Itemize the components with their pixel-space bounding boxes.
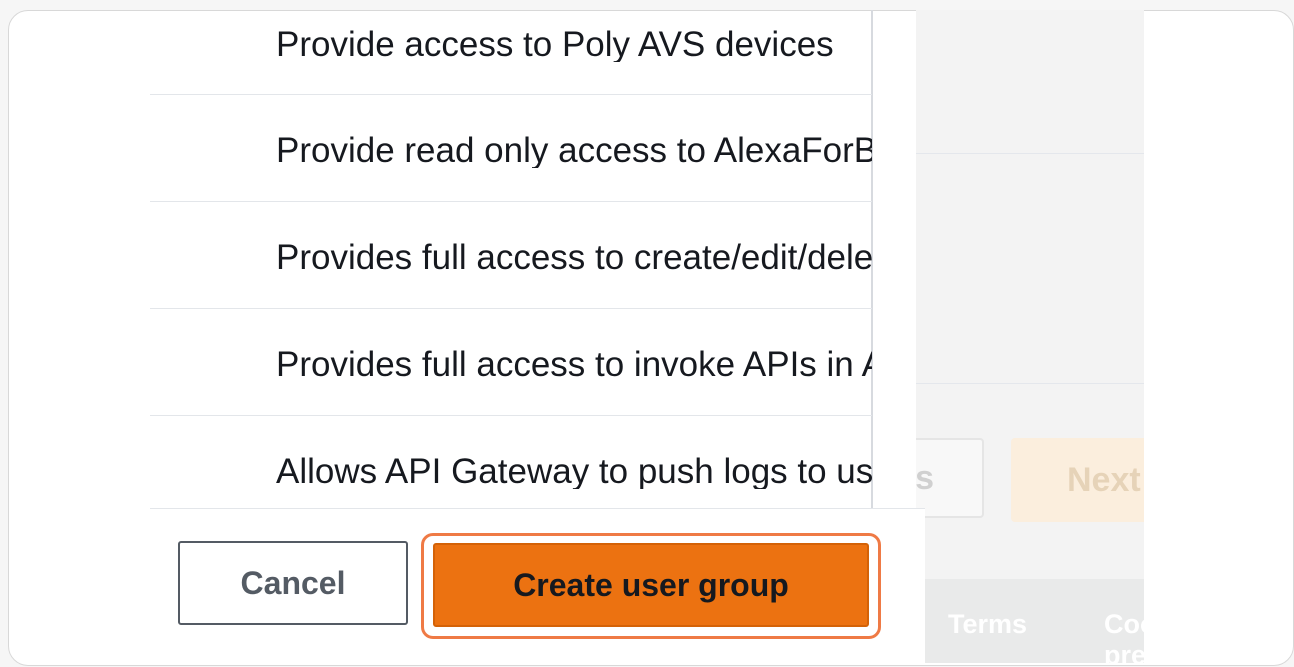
background-divider — [916, 383, 1144, 384]
policy-description: Provides full access to invoke APIs in A… — [276, 347, 872, 382]
policy-row[interactable]: Provide read only access to AlexaForBusi… — [150, 95, 872, 202]
policy-description: Provide access to Poly AVS devices — [276, 27, 834, 62]
next-label: Next — [1067, 460, 1141, 499]
policy-row[interactable]: Allows API Gateway to push logs to user'… — [150, 416, 872, 522]
footer-link-cookies[interactable]: Cookie preferences — [1104, 609, 1144, 663]
background-footer: Terms Cookie preferences — [916, 579, 1144, 663]
footer-link-terms[interactable]: Terms — [948, 609, 1027, 640]
policy-row[interactable]: Provides full access to create/edit/dele… — [150, 202, 872, 309]
policy-description: Provides full access to create/edit/dele… — [276, 240, 872, 275]
background-page: Previous Next Terms Cookie preferences — [916, 10, 1144, 663]
policy-description: Provide read only access to AlexaForBusi… — [276, 133, 872, 168]
background-divider — [916, 153, 1144, 154]
policy-description: Allows API Gateway to push logs to user'… — [276, 454, 872, 489]
cancel-button[interactable]: Cancel — [178, 541, 408, 625]
background-previous-button[interactable]: Previous — [916, 438, 984, 518]
previous-label: Previous — [916, 458, 934, 497]
policy-row[interactable]: Provides full access to invoke APIs in A… — [150, 309, 872, 416]
background-next-button[interactable]: Next — [1011, 438, 1144, 522]
policy-row[interactable]: Provide access to Poly AVS devices — [150, 0, 872, 95]
create-user-group-button[interactable]: Create user group — [433, 543, 869, 627]
